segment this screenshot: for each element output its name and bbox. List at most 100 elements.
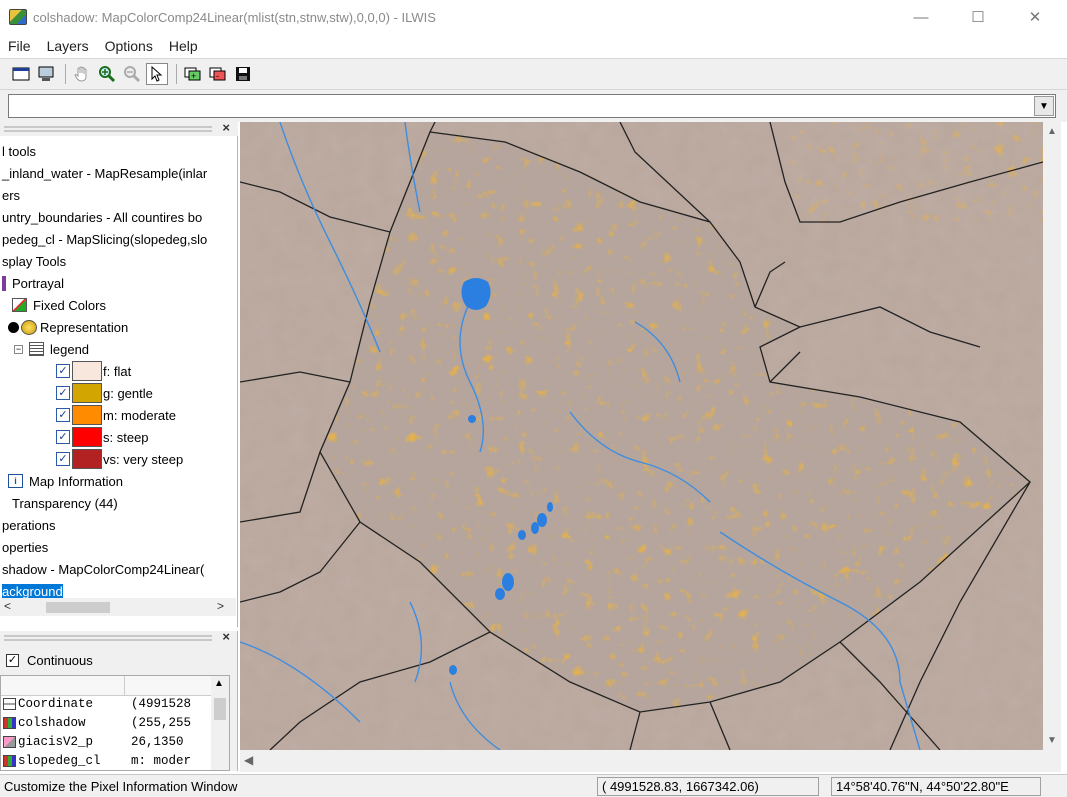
- tree-item-layers[interactable]: ers: [2, 185, 20, 205]
- svg-text:-: -: [216, 71, 219, 81]
- maximize-button[interactable]: ☐: [955, 0, 1001, 34]
- chevron-up-icon[interactable]: ▲: [214, 678, 224, 689]
- window-title: colshadow: MapColorComp24Linear(mlist(st…: [33, 9, 436, 25]
- continuous-checkbox[interactable]: ✓ Continuous: [6, 653, 93, 668]
- legend-item-gentle[interactable]: ✓ g: gentle: [56, 383, 153, 403]
- map-vertical-scrollbar[interactable]: ▲ ▼: [1043, 122, 1061, 750]
- map-canvas[interactable]: [240, 122, 1043, 750]
- portrayal-icon: [2, 275, 6, 291]
- vertical-scrollbar[interactable]: ▲: [211, 676, 229, 770]
- legend-swatch: [72, 383, 102, 403]
- legend-label: s: steep: [103, 429, 149, 445]
- panel-grip[interactable]: ×: [0, 120, 238, 136]
- chevron-down-icon[interactable]: ▼: [1047, 735, 1057, 746]
- tree-item-colshadow[interactable]: shadow - MapColorComp24Linear(: [2, 559, 204, 579]
- legend-swatch: [72, 449, 102, 469]
- chevron-left-icon[interactable]: ◀: [244, 753, 253, 767]
- legend-checkbox[interactable]: ✓: [56, 364, 70, 378]
- add-layer-icon[interactable]: +: [182, 63, 204, 85]
- table-row[interactable]: colshadow (255,255: [1, 715, 211, 734]
- tree-item-representation[interactable]: Representation: [8, 317, 128, 337]
- grip-lines: [4, 635, 212, 641]
- remove-layer-icon[interactable]: -: [207, 63, 229, 85]
- save-icon[interactable]: [232, 63, 254, 85]
- tree-item-label: operties: [2, 539, 49, 555]
- legend-item-moderate[interactable]: ✓ m: moderate: [56, 405, 176, 425]
- tree-item-legend[interactable]: − legend: [14, 339, 89, 359]
- raster-map-icon: [3, 755, 16, 767]
- tree-item-label: splay Tools: [2, 253, 67, 269]
- tree-item-country-boundaries[interactable]: untry_boundaries - All countires bo: [2, 207, 202, 227]
- grip-lines: [4, 126, 212, 132]
- menu-help[interactable]: Help: [161, 38, 206, 54]
- tree-item-operations[interactable]: perations: [2, 515, 55, 535]
- row-name-text: slopedeg_cl: [18, 754, 101, 768]
- legend-checkbox[interactable]: ✓: [56, 386, 70, 400]
- normal-view-icon[interactable]: [35, 63, 57, 85]
- legend-checkbox[interactable]: ✓: [56, 452, 70, 466]
- tree-item-fixed-colors[interactable]: Fixed Colors: [12, 295, 106, 315]
- zoom-in-icon[interactable]: [96, 63, 118, 85]
- legend-checkbox[interactable]: ✓: [56, 408, 70, 422]
- legend-swatch: [72, 405, 102, 425]
- table-row[interactable]: giacisV2_p 26,1350: [1, 734, 211, 753]
- legend-item-very-steep[interactable]: ✓ vs: very steep: [56, 449, 183, 469]
- scroll-right-icon[interactable]: >: [217, 599, 224, 613]
- horizontal-scrollbar[interactable]: < >: [0, 598, 236, 616]
- radio-selected-icon[interactable]: [8, 321, 19, 333]
- tree-item-display-tools[interactable]: splay Tools: [2, 251, 66, 271]
- tree-item-transparency[interactable]: Transparency (44): [12, 493, 118, 513]
- collapse-icon[interactable]: −: [14, 344, 23, 354]
- minimize-button[interactable]: —: [898, 0, 944, 34]
- raster-map-icon: [3, 717, 16, 729]
- chevron-down-icon[interactable]: ▼: [1034, 96, 1054, 116]
- scrollbar-thumb[interactable]: [46, 602, 110, 613]
- title-bar: colshadow: MapColorComp24Linear(mlist(st…: [0, 0, 1067, 34]
- tree-item-tools[interactable]: l tools: [2, 141, 36, 161]
- menu-options[interactable]: Options: [97, 38, 161, 54]
- status-bar: Customize the Pixel Information Window (…: [0, 774, 1067, 797]
- map-horizontal-scrollbar[interactable]: ◀: [240, 750, 1061, 772]
- map-view[interactable]: [240, 122, 1043, 750]
- command-line-bar: ▼: [0, 90, 1067, 122]
- tree-item-label: perations: [2, 517, 56, 533]
- tree-item-properties[interactable]: operties: [2, 537, 48, 557]
- tree-item-map-information[interactable]: i Map Information: [8, 471, 123, 491]
- close-button[interactable]: ✕: [1012, 0, 1058, 34]
- command-line-input[interactable]: [8, 94, 1056, 118]
- representation-icon: [21, 319, 37, 335]
- status-coordinates: ( 4991528.83, 1667342.06): [597, 777, 819, 796]
- legend-swatch: [72, 427, 102, 447]
- table-row[interactable]: slopedeg_cl m: moder: [1, 753, 211, 770]
- info-icon: i: [8, 474, 23, 488]
- tree-item-label: legend: [50, 341, 90, 357]
- tree-item-inland-water[interactable]: _inland_water - MapResample(inlar: [2, 163, 207, 183]
- tree-item-label: l tools: [2, 143, 36, 159]
- panel-grip[interactable]: ×: [0, 629, 238, 645]
- tree-item-portrayal[interactable]: Portrayal: [2, 273, 64, 293]
- chevron-up-icon[interactable]: ▲: [1047, 126, 1057, 137]
- checkbox-box[interactable]: ✓: [6, 654, 19, 667]
- scrollbar-thumb[interactable]: [214, 698, 226, 720]
- legend-checkbox[interactable]: ✓: [56, 430, 70, 444]
- panel-close-icon[interactable]: ×: [222, 120, 230, 135]
- row-name-text: Coordinate: [18, 697, 94, 711]
- tree-item-label: Representation: [40, 319, 129, 335]
- zoom-out-icon[interactable]: [121, 63, 143, 85]
- menu-layers[interactable]: Layers: [39, 38, 97, 54]
- row-value: (4991528: [131, 697, 192, 711]
- panel-close-icon[interactable]: ×: [222, 629, 230, 644]
- svg-text:+: +: [191, 71, 196, 81]
- scroll-left-icon[interactable]: <: [4, 599, 11, 613]
- legend-item-steep[interactable]: ✓ s: steep: [56, 427, 149, 447]
- pan-hand-icon[interactable]: [71, 63, 93, 85]
- legend-item-flat[interactable]: ✓ f: flat: [56, 361, 131, 381]
- coordinate-icon: [3, 698, 16, 710]
- menu-file[interactable]: File: [0, 38, 39, 54]
- fixed-colors-icon: [12, 298, 27, 312]
- select-pointer-icon[interactable]: [146, 63, 168, 85]
- table-row[interactable]: Coordinate (4991528: [1, 696, 211, 715]
- tree-item-slopedeg-cl[interactable]: pedeg_cl - MapSlicing(slopedeg,slo: [2, 229, 207, 249]
- entire-map-icon[interactable]: [10, 63, 32, 85]
- row-value: m: moder: [131, 754, 192, 768]
